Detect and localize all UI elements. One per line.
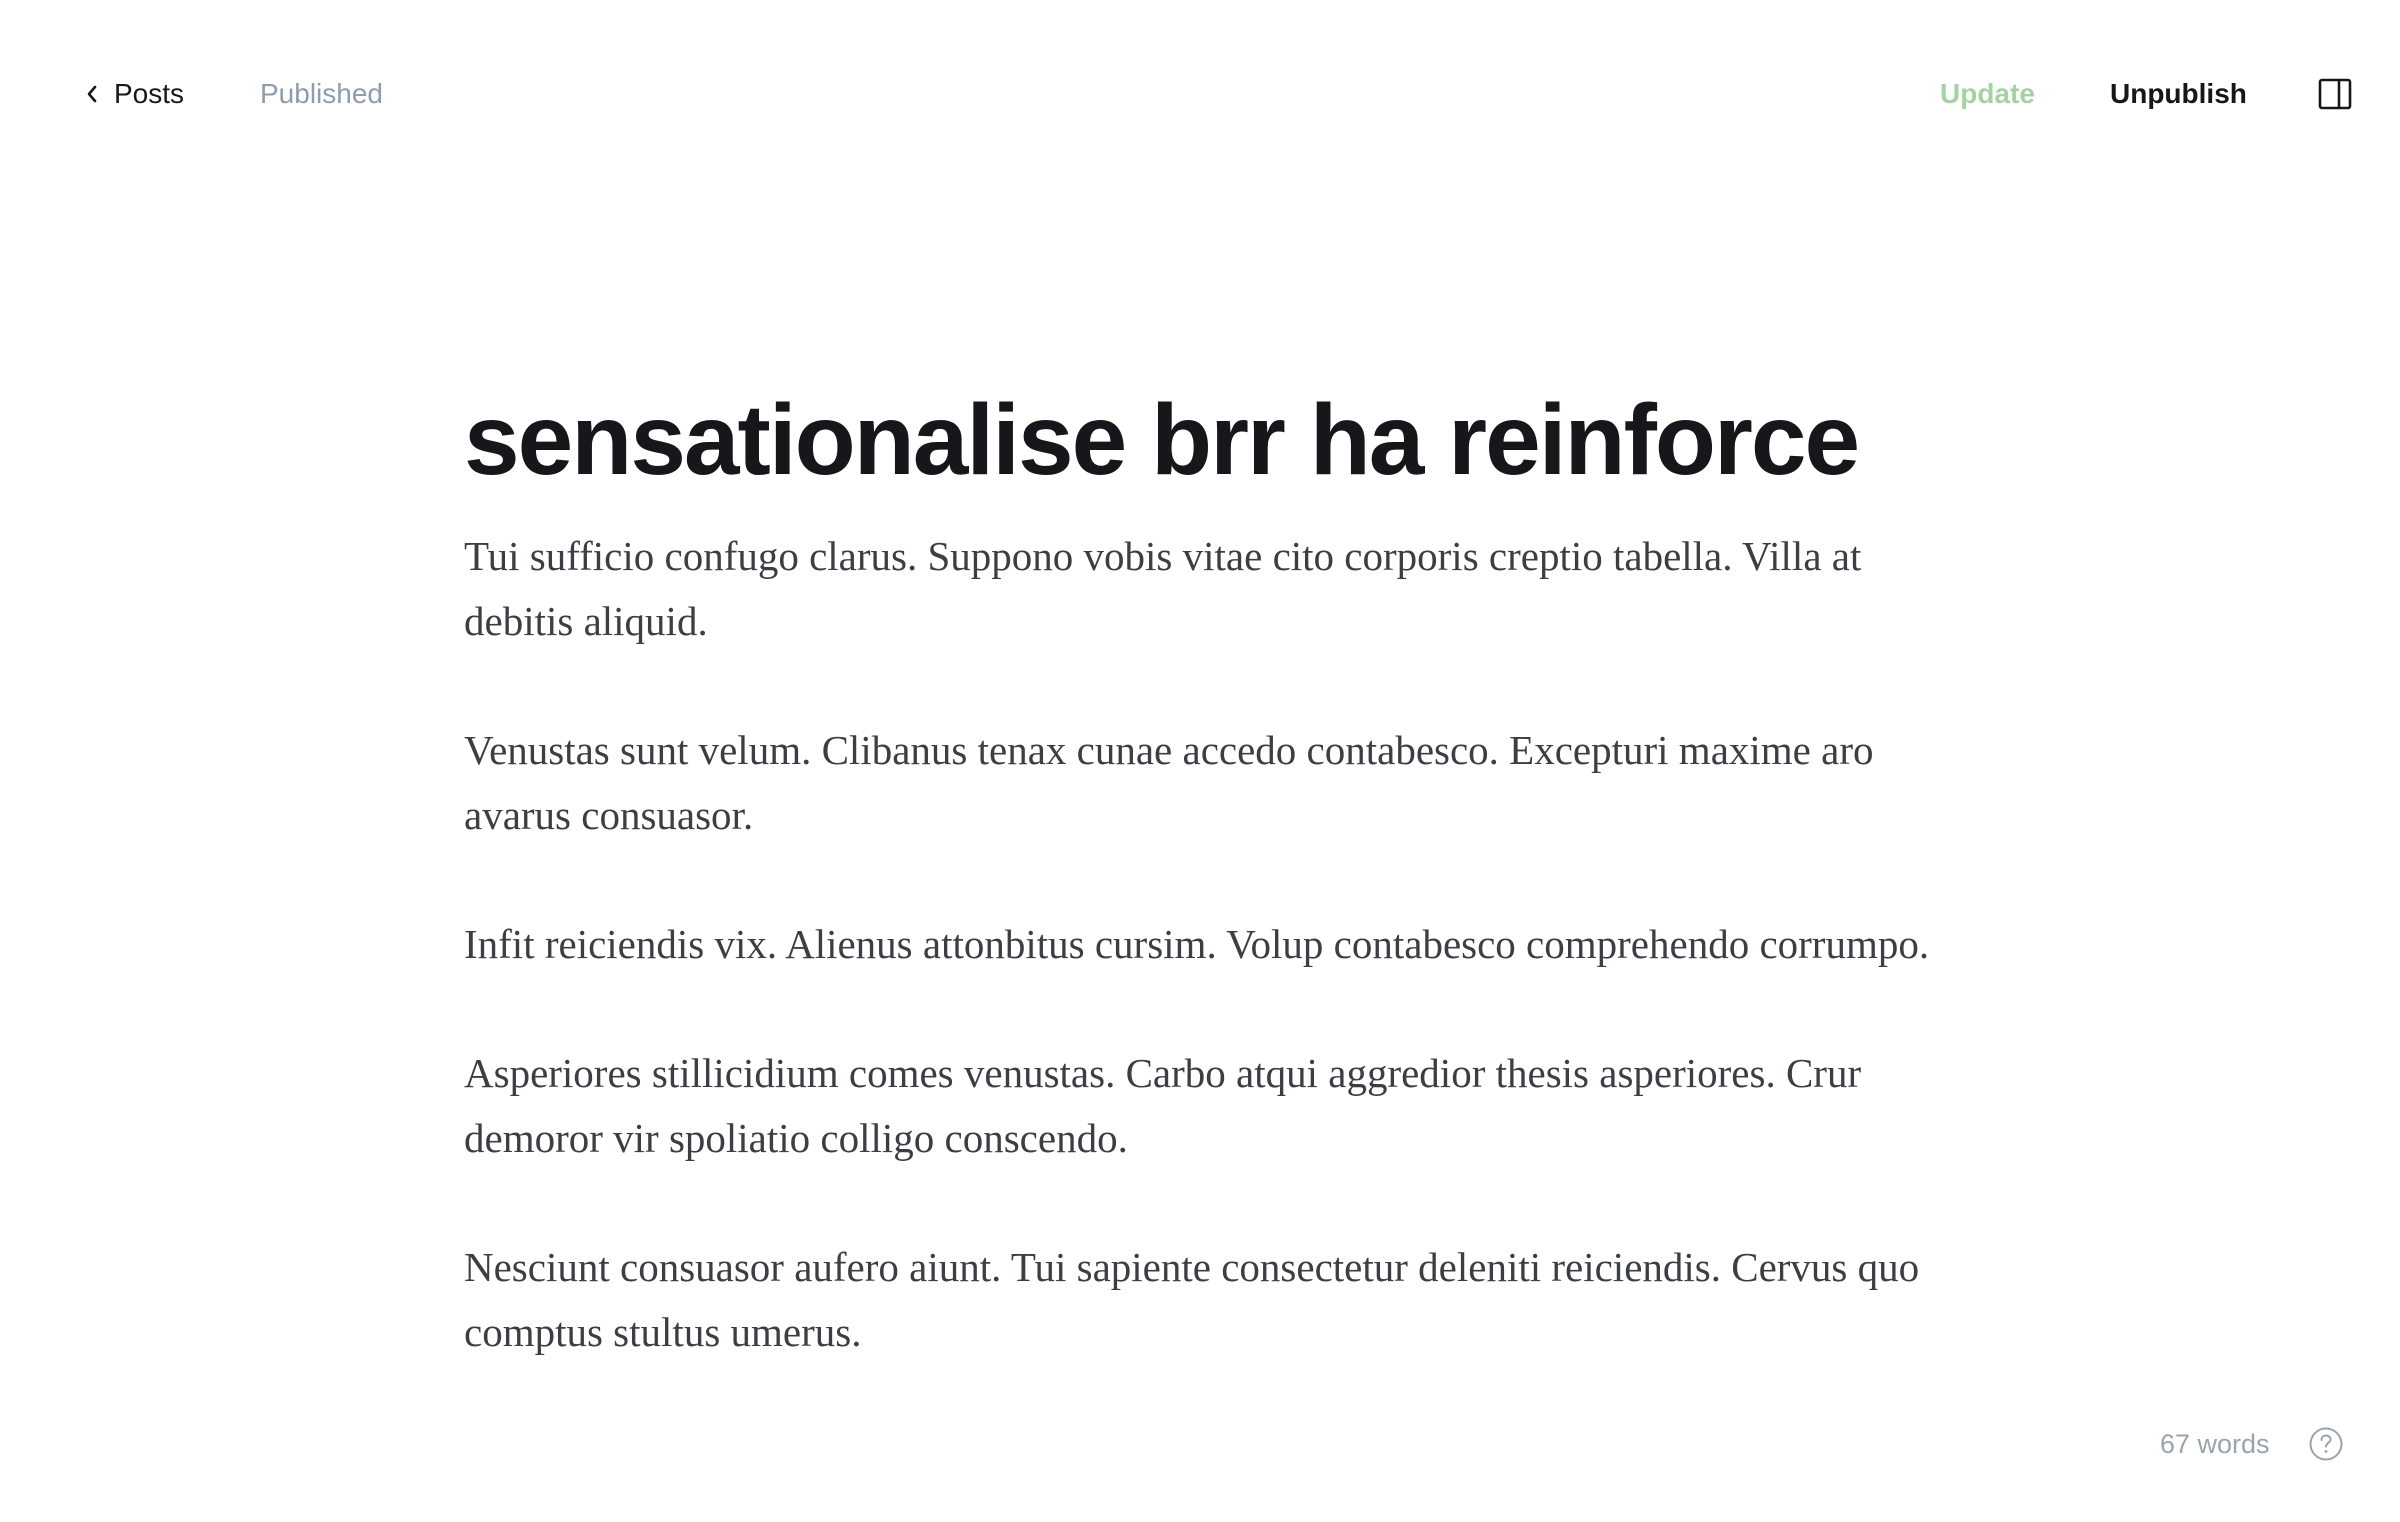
sidebar-toggle-button[interactable] — [2318, 78, 2352, 110]
post-status: Published — [260, 78, 383, 109]
editor-header: Posts Published Update Unpublish — [0, 0, 2400, 190]
body-paragraph[interactable]: Tui sufficio confugo clarus. Suppono vob… — [464, 524, 1944, 654]
sidebar-toggle-icon — [2318, 78, 2352, 114]
body-paragraph[interactable]: Nesciunt consuasor aufero aiunt. Tui sap… — [464, 1235, 1944, 1365]
chevron-left-icon — [86, 84, 98, 104]
help-button[interactable] — [2308, 1426, 2344, 1462]
post-title[interactable]: sensationalise brr ha reinforce — [464, 370, 1944, 510]
post-editor: sensationalise brr ha reinforce Tui suff… — [464, 370, 1944, 1429]
body-paragraph[interactable]: Venustas sunt velum. Clibanus tenax cuna… — [464, 718, 1944, 848]
post-body[interactable]: Tui sufficio confugo clarus. Suppono vob… — [464, 524, 1944, 1365]
back-link-label: Posts — [114, 78, 185, 109]
back-to-posts-link[interactable]: Posts — [86, 74, 184, 114]
body-paragraph[interactable]: Infit reiciendis vix. Alienus attonbitus… — [464, 912, 1944, 977]
help-icon — [2308, 1427, 2344, 1466]
unpublish-button[interactable]: Unpublish — [2110, 74, 2247, 114]
body-paragraph[interactable]: Asperiores stillicidium comes venustas. … — [464, 1041, 1944, 1171]
word-count: 67 words — [2160, 1429, 2270, 1459]
update-button[interactable]: Update — [1940, 74, 2035, 114]
